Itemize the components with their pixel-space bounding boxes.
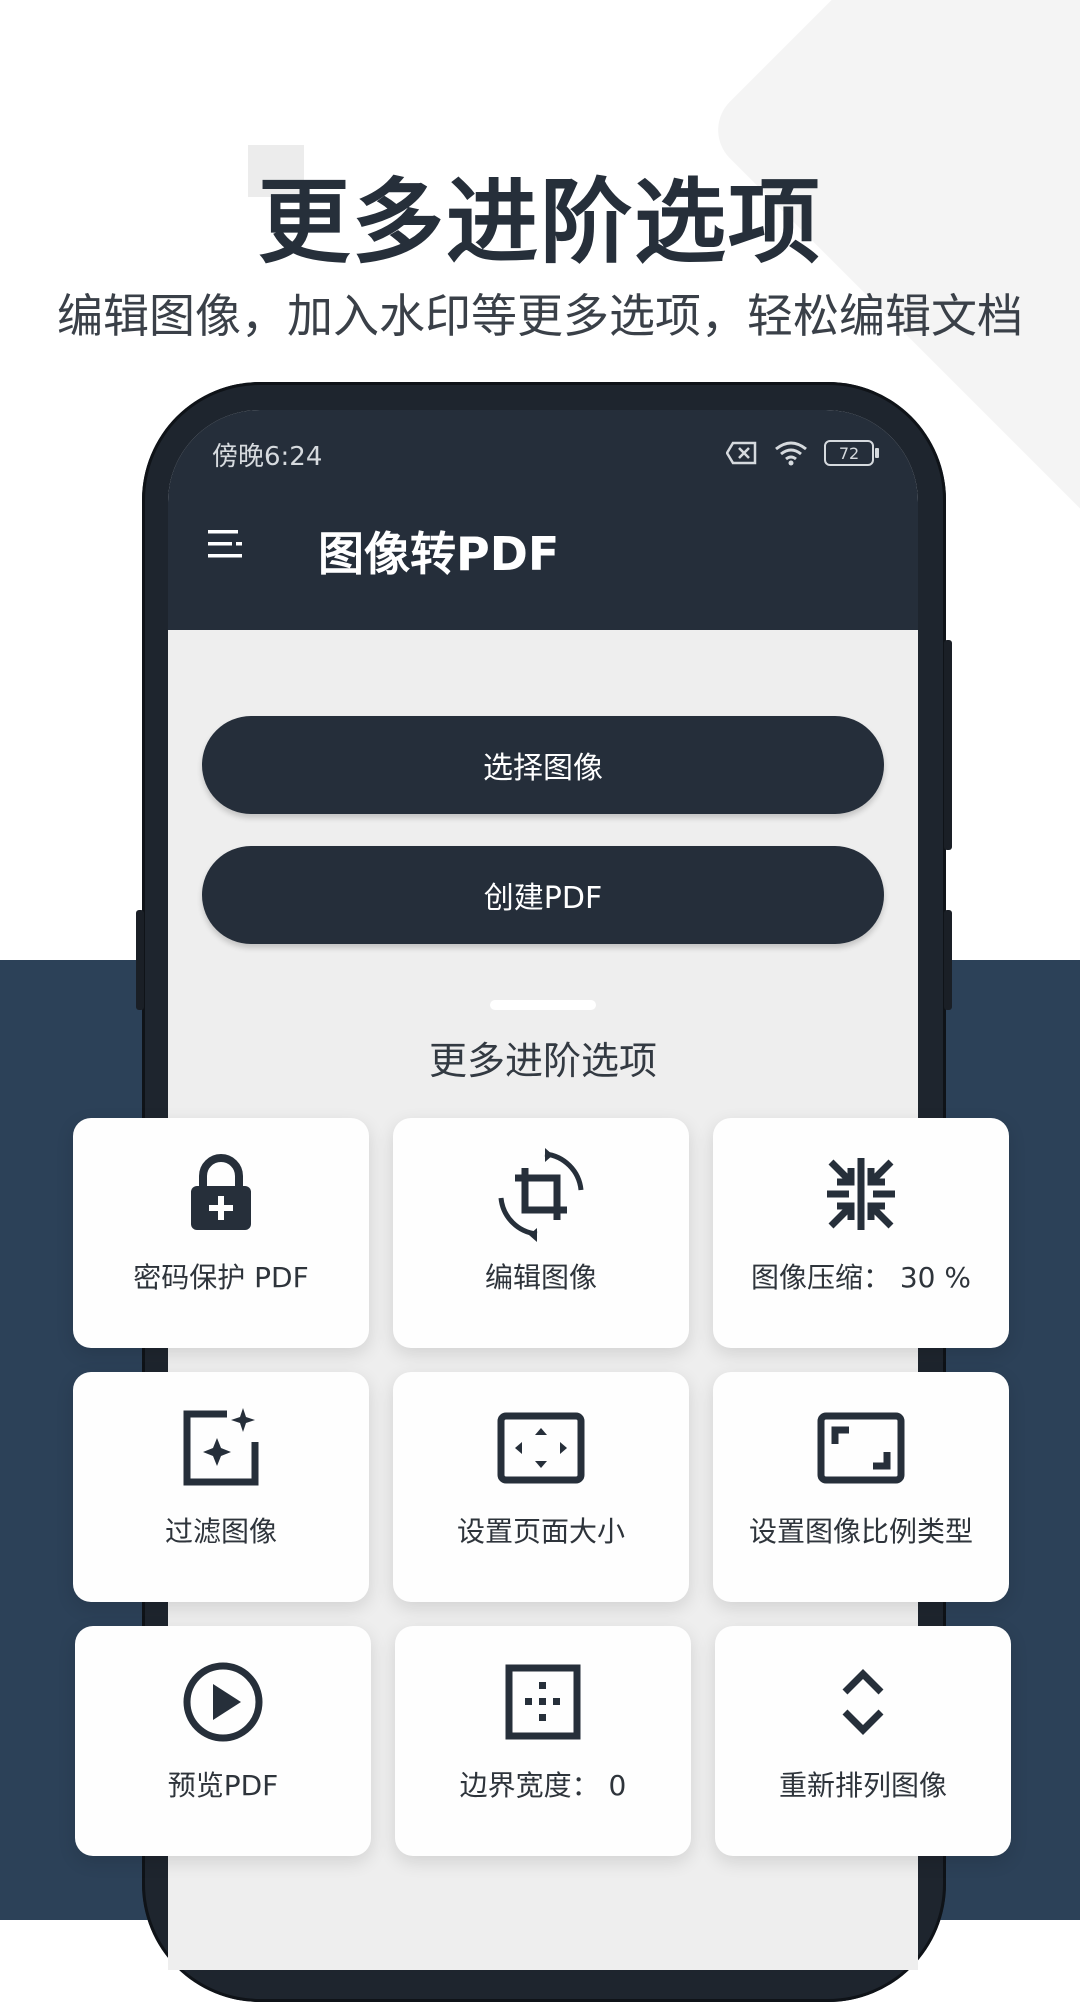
create-pdf-button[interactable]: 创建PDF: [202, 846, 884, 944]
option-card-image-compression[interactable]: 图像压缩： 30 %: [713, 1118, 1009, 1348]
option-label: 边界宽度： 0: [459, 1769, 627, 1802]
option-label: 过滤图像: [164, 1515, 277, 1548]
option-label: 密码保护 PDF: [133, 1261, 309, 1294]
app-bar: 傍晚6:24 72 图像转PDF: [168, 410, 918, 630]
option-label: 设置页面大小: [456, 1515, 625, 1548]
page-size-icon: [497, 1412, 585, 1484]
play-circle-icon: [183, 1662, 263, 1742]
option-card-reorder-images[interactable]: 重新排列图像: [715, 1626, 1011, 1856]
option-card-password-protect[interactable]: 密码保护 PDF: [73, 1118, 369, 1348]
bottom-sheet-handle[interactable]: [490, 1000, 596, 1010]
option-card-preview-pdf[interactable]: 预览PDF: [75, 1626, 371, 1856]
phone-side-button: [944, 910, 952, 1010]
option-card-filter-images[interactable]: 过滤图像: [73, 1372, 369, 1602]
status-icons: 72: [726, 440, 879, 466]
battery-level: 72: [838, 443, 860, 463]
crop-rotate-icon: [498, 1148, 584, 1242]
menu-icon[interactable]: [208, 526, 244, 562]
promo-headline: 更多进阶选项: [257, 169, 822, 276]
sim-no-signal-icon: [726, 441, 757, 465]
reorder-icon: [842, 1669, 884, 1735]
wifi-icon: [775, 441, 807, 466]
phone-side-button: [136, 910, 144, 1010]
status-time: 傍晚6:24: [212, 442, 323, 472]
option-card-aspect-ratio[interactable]: 设置图像比例类型: [713, 1372, 1009, 1602]
lock-plus-icon: [191, 1154, 251, 1230]
aspect-ratio-icon: [817, 1412, 905, 1484]
option-card-page-size[interactable]: 设置页面大小: [393, 1372, 689, 1602]
select-images-button[interactable]: 选择图像: [202, 716, 884, 814]
app-title: 图像转PDF: [318, 527, 560, 581]
section-title: 更多进阶选项: [428, 1039, 657, 1083]
option-card-border-width[interactable]: 边界宽度： 0: [395, 1626, 691, 1856]
battery-icon: 72: [824, 440, 879, 466]
option-label: 图像压缩： 30 %: [750, 1261, 972, 1294]
promo-subheadline: 编辑图像，加入水印等更多选项，轻松编辑文档: [57, 289, 1023, 343]
option-label: 预览PDF: [167, 1769, 279, 1802]
option-card-edit-images[interactable]: 编辑图像: [393, 1118, 689, 1348]
phone-side-button: [944, 640, 952, 850]
compress-icon: [827, 1158, 895, 1230]
image-sparkle-icon: [183, 1408, 259, 1486]
border-width-icon: [505, 1664, 581, 1740]
option-label: 编辑图像: [484, 1261, 597, 1294]
option-label: 设置图像比例类型: [748, 1515, 973, 1548]
option-label: 重新排列图像: [778, 1769, 947, 1802]
